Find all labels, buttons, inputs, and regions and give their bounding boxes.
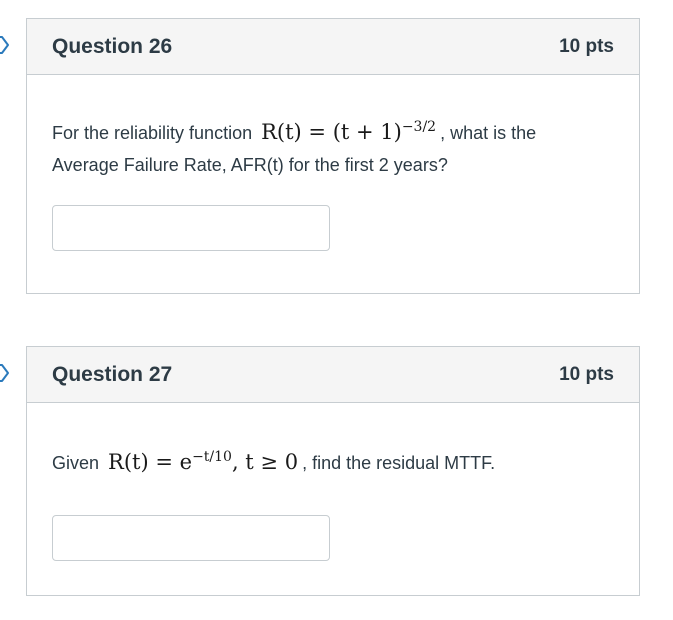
- question-card-26: Question 26 10 pts For the reliability f…: [26, 18, 640, 294]
- question-header: Question 26 10 pts: [27, 19, 639, 75]
- question-body: For the reliability function R(t) = (t +…: [27, 75, 639, 251]
- question-text-before: For the reliability function: [52, 123, 253, 143]
- question-points: 10 pts: [559, 35, 614, 57]
- reliability-formula: R(t) = (t + 1)−3/2: [257, 119, 440, 144]
- formula-base: R(t) = (t + 1): [261, 120, 402, 144]
- question-text: For the reliability function R(t) = (t +…: [52, 75, 614, 181]
- question-body: Given R(t) = e−t/10, t ≥ 0, find the res…: [27, 403, 639, 561]
- answer-input-27[interactable]: [52, 515, 330, 561]
- formula-exponent: −3/2: [401, 119, 437, 135]
- quiz-page: Question 26 10 pts For the reliability f…: [0, 0, 673, 620]
- reliability-formula: R(t) = e−t/10, t ≥ 0: [104, 449, 302, 474]
- formula-exponent: −t/10: [192, 449, 232, 465]
- question-text-line2: Average Failure Rate, AFR(t) for the fir…: [52, 155, 448, 175]
- formula-tail: , t ≥ 0: [231, 450, 299, 474]
- question-card-27: Question 27 10 pts Given R(t) = e−t/10, …: [26, 346, 640, 596]
- question-points: 10 pts: [559, 363, 614, 385]
- answer-input-26[interactable]: [52, 205, 330, 251]
- question-text-after: , find the residual MTTF.: [302, 453, 496, 473]
- question-marker-icon[interactable]: [0, 36, 10, 54]
- question-marker-icon[interactable]: [0, 364, 10, 382]
- question-title: Question 26: [52, 34, 173, 58]
- formula-base: R(t) = e: [108, 450, 193, 474]
- question-text-after: , what is the: [440, 123, 537, 143]
- question-text: Given R(t) = e−t/10, t ≥ 0, find the res…: [52, 403, 614, 479]
- question-text-before: Given: [52, 453, 100, 473]
- question-header: Question 27 10 pts: [27, 347, 639, 403]
- question-title: Question 27: [52, 362, 173, 386]
